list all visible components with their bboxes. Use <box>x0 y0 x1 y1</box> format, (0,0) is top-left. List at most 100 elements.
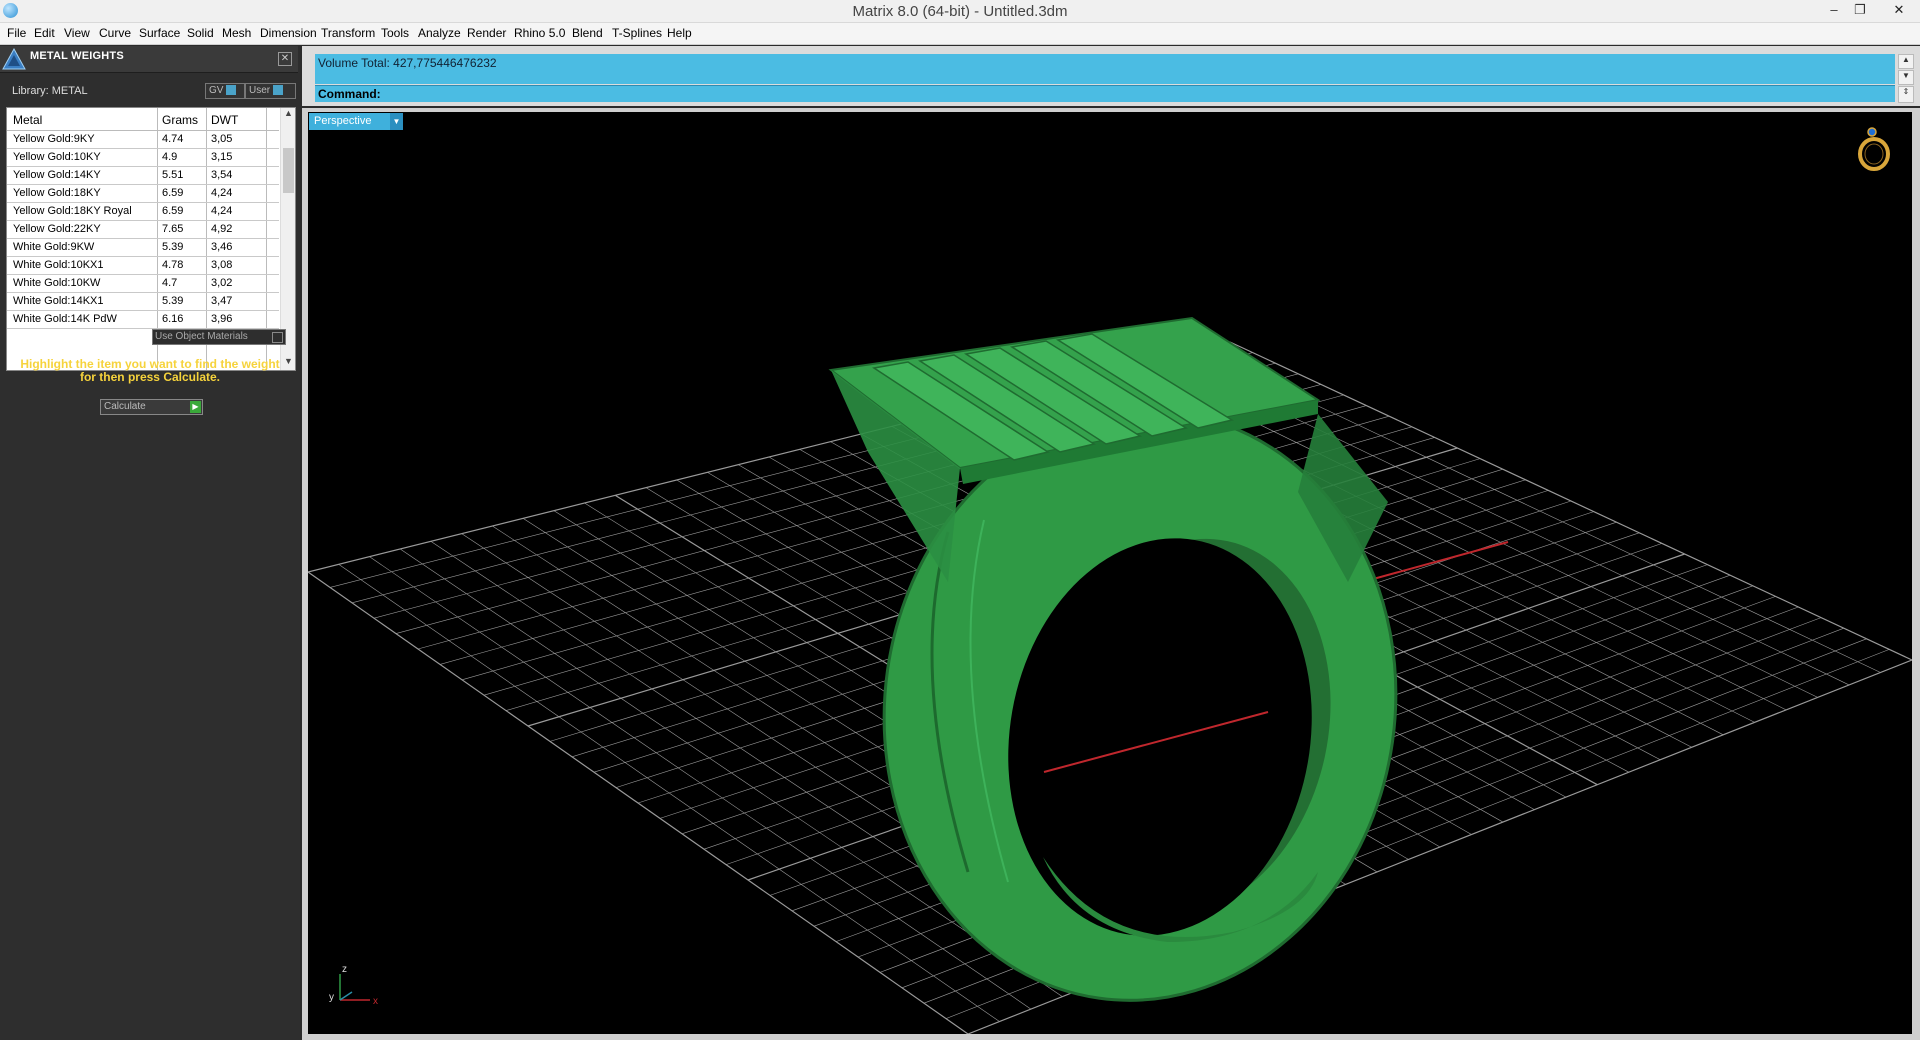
metal-name: White Gold:9KW <box>13 241 95 253</box>
axis-y-label: y <box>329 992 334 1003</box>
menu-transform[interactable]: Transform <box>321 26 375 40</box>
title-bar: Matrix 8.0 (64-bit) - Untitled.3dm – ❐ ✕ <box>0 0 1920 23</box>
table-body: Yellow Gold:9KY 4.74 3,05 Yellow Gold:10KY… <box>7 131 279 329</box>
metal-grams: 5.51 <box>162 169 184 181</box>
panel-header: METAL WEIGHTS ✕ <box>0 46 298 73</box>
metal-dwt: 3,08 <box>211 259 233 271</box>
metal-dwt: 3,54 <box>211 169 233 181</box>
metal-grams: 4.78 <box>162 259 184 271</box>
checkbox-icon[interactable] <box>272 332 283 343</box>
table-row[interactable]: White Gold:14K PdW 6.16 3,96 <box>7 311 279 329</box>
calculate-button[interactable]: Calculate ▶ <box>100 399 203 415</box>
table-row[interactable]: Yellow Gold:10KY 4.9 3,15 <box>7 149 279 167</box>
scroll-thumb[interactable] <box>283 148 294 193</box>
metal-name: White Gold:14K PdW <box>13 313 117 325</box>
column-header-dwt[interactable]: DWT <box>211 113 238 127</box>
user-toggle-label: User <box>249 85 271 96</box>
menu-surface[interactable]: Surface <box>139 26 180 40</box>
minimize-button[interactable]: – <box>1820 0 1848 20</box>
axis-x-label: x <box>373 996 378 1007</box>
metal-name: Yellow Gold:10KY <box>13 151 101 163</box>
menu-tools[interactable]: Tools <box>381 26 409 40</box>
menu-file[interactable]: File <box>7 26 26 40</box>
command-spin-icon[interactable]: ⇕ <box>1898 86 1914 103</box>
metal-dwt: 3,02 <box>211 277 233 289</box>
history-scroll-down-icon[interactable]: ▼ <box>1898 70 1914 85</box>
panel-title: METAL WEIGHTS <box>30 50 124 62</box>
user-toggle[interactable]: User <box>245 83 296 99</box>
restore-button[interactable]: ❐ <box>1846 0 1874 20</box>
metal-grams: 4.74 <box>162 133 184 145</box>
instruction-text: Highlight the item you want to find the … <box>20 357 280 384</box>
column-header-metal[interactable]: Metal <box>13 113 42 127</box>
menu-curve[interactable]: Curve <box>99 26 131 40</box>
viewport-frame: Perspective ▼ z y x <box>302 108 1920 1040</box>
viewport-canvas[interactable] <box>308 112 1912 1034</box>
metal-name: White Gold:10KX1 <box>13 259 104 271</box>
window-title: Matrix 8.0 (64-bit) - Untitled.3dm <box>852 3 1068 20</box>
menu-mesh[interactable]: Mesh <box>222 26 251 40</box>
column-header-grams[interactable]: Grams <box>162 113 198 127</box>
perspective-viewport[interactable]: Perspective ▼ z y x <box>308 112 1912 1034</box>
metal-dwt: 3,46 <box>211 241 233 253</box>
command-line[interactable]: Command: <box>315 85 1895 102</box>
metal-weights-panel: METAL WEIGHTS ✕ Library: METAL GV User M… <box>0 46 300 1040</box>
user-indicator-icon <box>273 85 284 96</box>
metal-grams: 6.59 <box>162 187 184 199</box>
metal-grams: 5.39 <box>162 241 184 253</box>
menu-solid[interactable]: Solid <box>187 26 214 40</box>
chevron-down-icon[interactable]: ▼ <box>390 113 403 130</box>
ring-model[interactable] <box>828 316 1434 1034</box>
use-object-materials-checkbox[interactable]: Use Object Materials <box>152 329 286 345</box>
use-object-materials-label: Use Object Materials <box>155 331 248 342</box>
scroll-up-icon[interactable]: ▲ <box>281 108 295 122</box>
calculate-label: Calculate <box>104 401 146 412</box>
menu-render[interactable]: Render <box>467 26 506 40</box>
menu-bar: File Edit View Curve Surface Solid Mesh … <box>0 23 1920 45</box>
metal-dwt: 4,24 <box>211 205 233 217</box>
history-line: Volume Total: 427,775446476232 <box>318 56 497 70</box>
menu-help[interactable]: Help <box>667 26 692 40</box>
metal-grams: 4.9 <box>162 151 178 163</box>
library-label: Library: METAL <box>12 85 88 97</box>
table-row[interactable]: White Gold:10KX1 4.78 3,08 <box>7 257 279 275</box>
gv-toggle[interactable]: GV <box>205 83 245 99</box>
metal-name: Yellow Gold:9KY <box>13 133 95 145</box>
command-history: Volume Total: 427,775446476232 <box>315 54 1895 84</box>
metal-name: White Gold:14KX1 <box>13 295 104 307</box>
metal-grams: 5.39 <box>162 295 184 307</box>
table-row[interactable]: Yellow Gold:18KY 6.59 4,24 <box>7 185 279 203</box>
metal-dwt: 3,96 <box>211 313 233 325</box>
menu-analyze[interactable]: Analyze <box>418 26 461 40</box>
play-arrow-icon[interactable]: ▶ <box>190 401 201 413</box>
menu-dimension[interactable]: Dimension <box>260 26 317 40</box>
menu-view[interactable]: View <box>64 26 90 40</box>
viewport-tab[interactable]: Perspective <box>309 113 393 130</box>
metal-dwt: 3,47 <box>211 295 233 307</box>
menu-tsplines[interactable]: T-Splines <box>612 26 662 40</box>
metal-dwt: 3,15 <box>211 151 233 163</box>
table-row[interactable]: Yellow Gold:22KY 7.65 4,92 <box>7 221 279 239</box>
close-window-button[interactable]: ✕ <box>1878 0 1920 20</box>
menu-edit[interactable]: Edit <box>34 26 55 40</box>
table-row[interactable]: White Gold:9KW 5.39 3,46 <box>7 239 279 257</box>
menu-blend[interactable]: Blend <box>572 26 603 40</box>
metal-dwt: 3,05 <box>211 133 233 145</box>
metal-dwt: 4,92 <box>211 223 233 235</box>
metal-name: Yellow Gold:18KY Royal <box>13 205 132 217</box>
table-row[interactable]: White Gold:10KW 4.7 3,02 <box>7 275 279 293</box>
table-row[interactable]: Yellow Gold:9KY 4.74 3,05 <box>7 131 279 149</box>
gv-toggle-label: GV <box>209 85 224 96</box>
metal-grams: 7.65 <box>162 223 184 235</box>
matrix-logo-icon <box>2 48 26 70</box>
table-row[interactable]: White Gold:14KX1 5.39 3,47 <box>7 293 279 311</box>
table-row[interactable]: Yellow Gold:14KY 5.51 3,54 <box>7 167 279 185</box>
table-header: Metal Grams DWT <box>7 108 279 131</box>
panel-close-icon[interactable]: ✕ <box>278 52 292 66</box>
metal-name: Yellow Gold:14KY <box>13 169 101 181</box>
menu-rhino[interactable]: Rhino 5.0 <box>514 26 565 40</box>
table-row[interactable]: Yellow Gold:18KY Royal 6.59 4,24 <box>7 203 279 221</box>
history-scroll-up-icon[interactable]: ▲ <box>1898 54 1914 69</box>
command-area: Volume Total: 427,775446476232 ▲ ▼ Comma… <box>302 46 1920 106</box>
ring-icon[interactable] <box>1852 122 1896 174</box>
